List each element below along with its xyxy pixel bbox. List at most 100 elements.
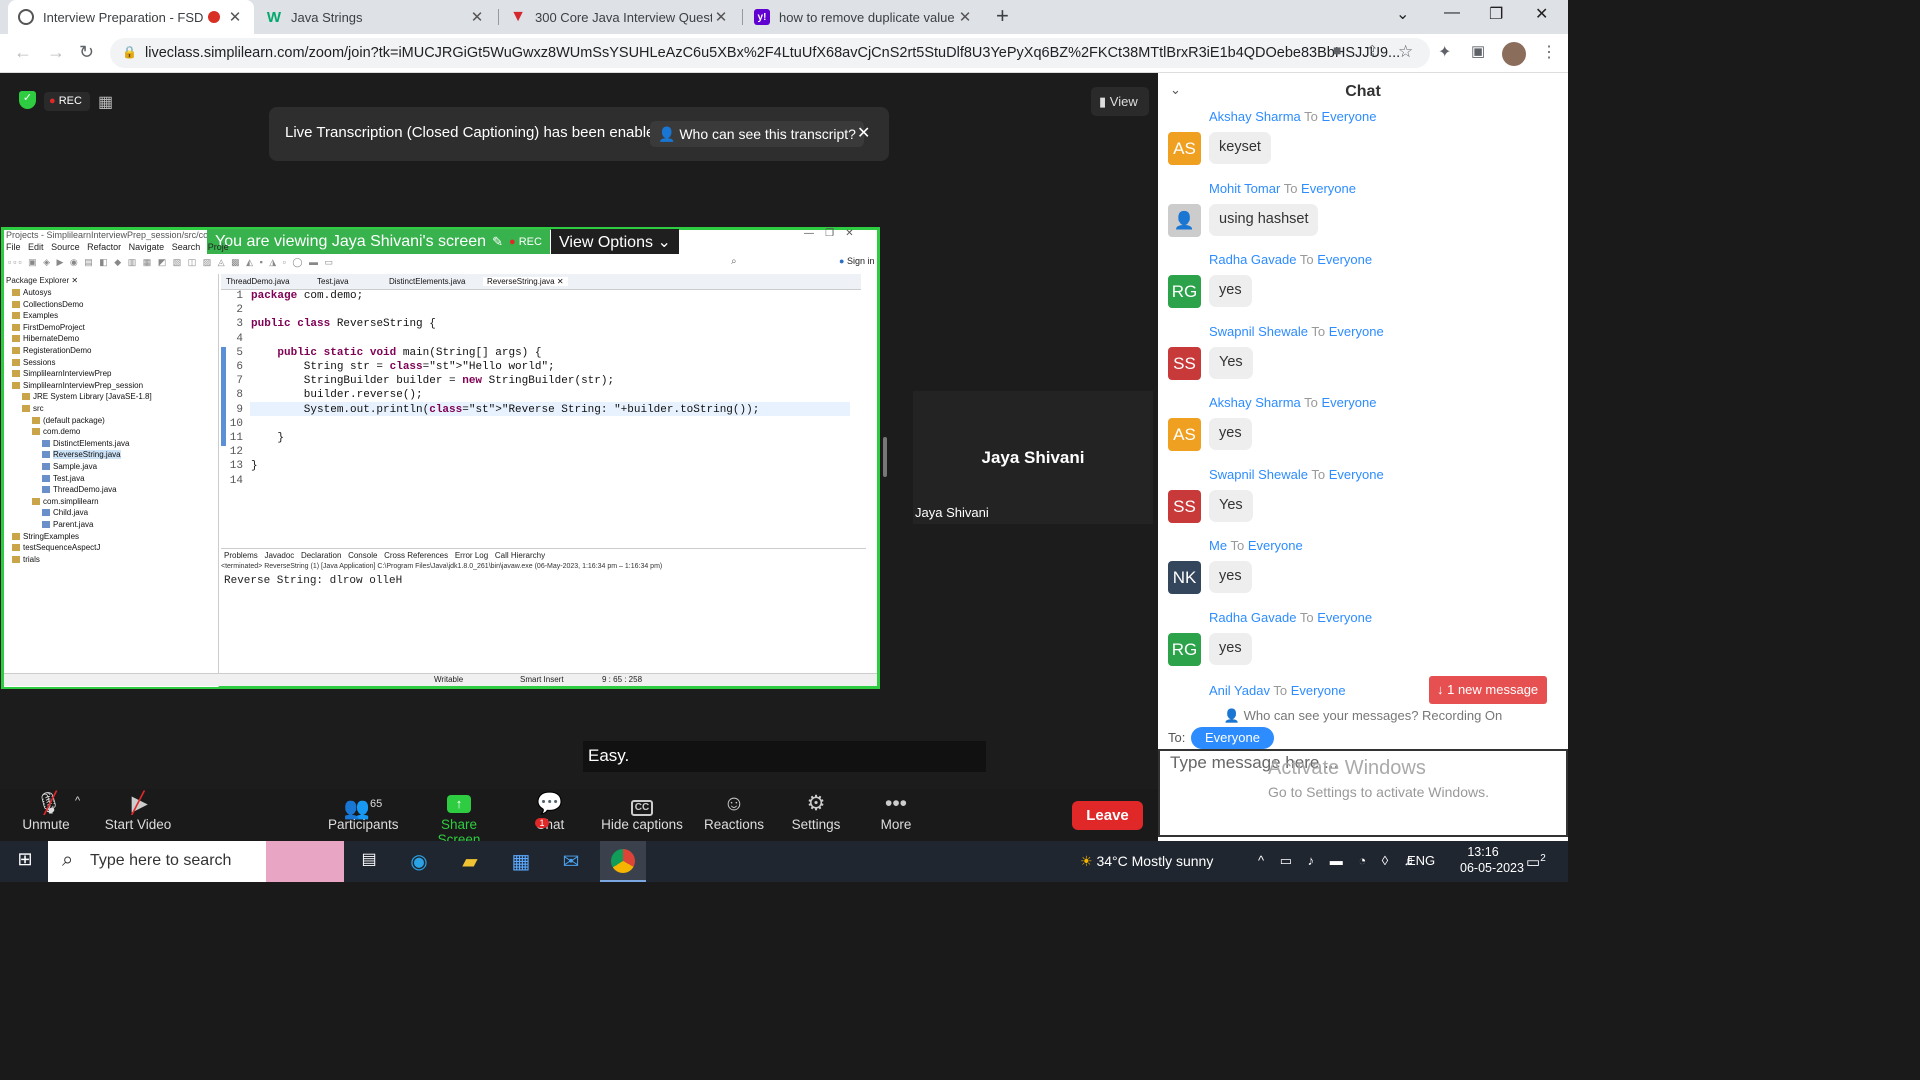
tree-item[interactable]: HibernateDemo: [12, 334, 79, 343]
menu-file[interactable]: File: [6, 242, 21, 252]
tree-item[interactable]: (default package): [32, 416, 105, 425]
sender-name[interactable]: Mohit Tomar: [1209, 181, 1280, 196]
sender-name[interactable]: Radha Gavade: [1209, 252, 1296, 267]
code-line[interactable]: StringBuilder builder = new StringBuilde…: [251, 375, 614, 387]
menu-search[interactable]: Search: [172, 242, 201, 252]
close-icon[interactable]: ✕: [712, 8, 730, 26]
tab-threaddemo[interactable]: ThreadDemo.java: [226, 277, 290, 286]
grid-icon[interactable]: ▦: [98, 92, 116, 111]
back-icon[interactable]: ←: [14, 42, 32, 63]
tab-cross-references[interactable]: Cross References: [384, 551, 448, 560]
tab-core-java-questions[interactable]: ▼ 300 Core Java Interview Questio ✕: [500, 0, 740, 34]
hide-captions-button[interactable]: CC Hide captions: [600, 791, 684, 832]
weather-widget[interactable]: ☀ 34°C Mostly sunny: [1080, 853, 1213, 870]
code-line[interactable]: String str = class="st">"Hello world";: [251, 361, 555, 373]
resize-handle[interactable]: [883, 437, 887, 477]
console-tabs[interactable]: Problems Javadoc Declaration Console Cro…: [224, 551, 545, 560]
code-line[interactable]: System.out.println(class="st">"Reverse S…: [251, 404, 760, 416]
eclipse-sign-in[interactable]: ● Sign in: [839, 256, 874, 266]
participant-tile[interactable]: Jaya Shivani Jaya Shivani: [913, 391, 1153, 524]
tree-item[interactable]: ReverseString.java: [42, 450, 121, 460]
tree-item[interactable]: SimplilearnInterviewPrep_session: [12, 381, 143, 390]
system-tray-icons[interactable]: ^ ▭ ♪ ▬ ◔ ◊ ♫: [1258, 853, 1420, 869]
share-screen-button[interactable]: ↑ Share Screen: [421, 791, 497, 847]
tree-item[interactable]: StringExamples: [12, 532, 79, 541]
tab-test[interactable]: Test.java: [317, 277, 349, 286]
menu-project[interactable]: Proje: [208, 242, 229, 252]
window-close-icon[interactable]: ✕: [1535, 4, 1548, 24]
tree-item[interactable]: RegisterationDemo: [12, 346, 91, 355]
task-view-icon[interactable]: ▤: [356, 849, 382, 873]
tree-item[interactable]: DistinctElements.java: [42, 439, 129, 448]
code-line[interactable]: public static void main(String[] args) {: [251, 347, 541, 359]
participants-button[interactable]: 👥65 Participants: [328, 791, 399, 832]
close-icon[interactable]: ✕: [956, 8, 974, 26]
chat-message-bubble[interactable]: yes: [1209, 632, 1252, 665]
chat-message-bubble[interactable]: using hashset: [1209, 203, 1319, 236]
tree-item[interactable]: ThreadDemo.java: [42, 485, 117, 494]
profile-avatar[interactable]: [1502, 42, 1526, 66]
tab-interview-preparation[interactable]: Interview Preparation - FSD ✕: [8, 0, 254, 34]
who-can-see-messages[interactable]: 👤 Who can see your messages? Recording O…: [1158, 708, 1568, 724]
code-editor[interactable]: 1 package com.demo; 2 3 public class Reverse…: [221, 290, 851, 530]
recording-indicator[interactable]: ● REC: [44, 92, 90, 111]
url-field[interactable]: 🔒 liveclass.simplilearn.com/zoom/join?tk…: [110, 38, 1430, 68]
mail-icon[interactable]: ✉: [558, 849, 584, 873]
tab-java-strings[interactable]: W Java Strings ✕: [256, 0, 496, 34]
sender-name[interactable]: Me: [1209, 538, 1227, 553]
more-button[interactable]: ••• More: [874, 791, 918, 832]
clock[interactable]: 13:16 06-05-2023: [1460, 845, 1524, 875]
tab-declaration[interactable]: Declaration: [301, 551, 341, 560]
unmute-button[interactable]: 🎙╱ Unmute: [20, 791, 72, 832]
eclipse-toolbar-icons[interactable]: ▫▫▫ ▣ ◈ ▶ ◉ ▤ ◧ ◆ ▥ ▦ ◩ ▧ ◫ ▨ ◬ ▩ ◭ ▪ ◮ …: [8, 257, 335, 268]
new-tab-icon[interactable]: +: [996, 3, 1009, 29]
tree-item[interactable]: Child.java: [42, 508, 88, 517]
tree-item[interactable]: Sessions: [12, 358, 55, 367]
sender-name[interactable]: Swapnil Shewale: [1209, 324, 1308, 339]
eclipse-window-controls[interactable]: — ❐ ✕: [804, 228, 854, 239]
settings-button[interactable]: ⚙ Settings: [790, 791, 842, 832]
tree-item[interactable]: testSequenceAspectJ: [12, 543, 100, 552]
tree-item[interactable]: JRE System Library [JavaSE-1.8]: [22, 392, 152, 401]
sender-name[interactable]: Radha Gavade: [1209, 610, 1296, 625]
tree-item[interactable]: Sample.java: [42, 462, 97, 471]
tab-error-log[interactable]: Error Log: [455, 551, 488, 560]
code-line[interactable]: public class ReverseString {: [251, 318, 436, 330]
view-button[interactable]: ▮ View: [1091, 87, 1149, 116]
chat-message-bubble[interactable]: yes: [1209, 418, 1252, 450]
tree-item[interactable]: Examples: [12, 311, 58, 320]
maximize-icon[interactable]: ❐: [1489, 4, 1503, 24]
tab-remove-duplicate[interactable]: y! how to remove duplicate value in ✕: [744, 0, 984, 34]
microsoft-store-icon[interactable]: ▦: [508, 849, 534, 873]
close-icon[interactable]: ✕: [468, 8, 486, 26]
menu-navigate[interactable]: Navigate: [129, 242, 165, 252]
sender-name[interactable]: Anil Yadav: [1209, 683, 1270, 698]
tab-call-hierarchy[interactable]: Call Hierarchy: [495, 551, 545, 560]
sender-name[interactable]: Swapnil Shewale: [1209, 467, 1308, 482]
forward-icon[interactable]: →: [47, 42, 65, 63]
start-video-button[interactable]: ▶╱ Start Video: [103, 791, 173, 832]
chrome-menu-icon[interactable]: ⋮: [1541, 42, 1557, 62]
tree-item[interactable]: Autosys: [12, 288, 51, 297]
menu-source[interactable]: Source: [51, 242, 80, 252]
side-panel-icon[interactable]: ▣: [1471, 42, 1485, 60]
extensions-icon[interactable]: ✦: [1438, 42, 1451, 62]
bookmark-star-icon[interactable]: ☆: [1398, 42, 1413, 62]
code-line[interactable]: builder.reverse();: [251, 389, 423, 401]
who-can-see-transcript-button[interactable]: 👤 Who can see this transcript?: [650, 121, 864, 147]
language-indicator[interactable]: ENG: [1407, 853, 1435, 868]
encryption-shield-icon[interactable]: ✓: [19, 91, 36, 109]
camera-blocked-icon[interactable]: ■: [1333, 42, 1341, 58]
chat-message-bubble[interactable]: yes: [1209, 275, 1252, 307]
tab-console[interactable]: Console: [348, 551, 378, 560]
share-icon[interactable]: ⇪: [1366, 42, 1379, 60]
close-icon[interactable]: ✕: [857, 123, 870, 143]
sender-name[interactable]: Akshay Sharma: [1209, 395, 1301, 410]
chat-button[interactable]: 💬1 Chat: [531, 791, 569, 832]
tree-item[interactable]: CollectionsDemo: [12, 300, 83, 309]
leave-button[interactable]: Leave: [1072, 801, 1143, 830]
tab-reversestring[interactable]: ReverseString.java ✕: [483, 277, 568, 286]
minimize-icon[interactable]: —: [1444, 4, 1460, 22]
eclipse-search-icon[interactable]: ⌕: [731, 256, 737, 267]
tree-item[interactable]: FirstDemoProject: [12, 323, 85, 332]
